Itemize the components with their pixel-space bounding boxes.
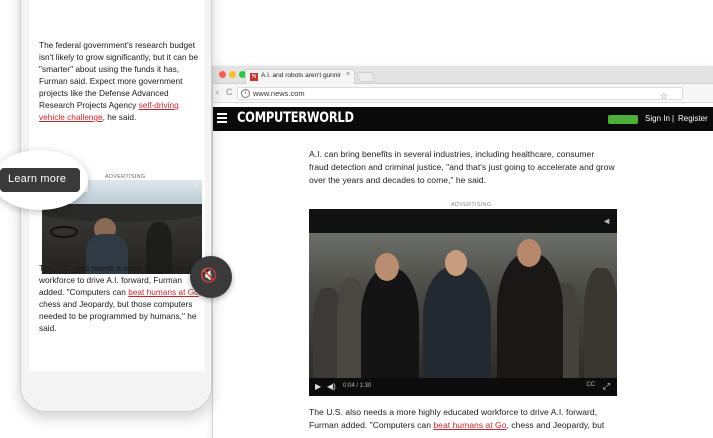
beat-humans-link[interactable]: beat humans at Go (433, 420, 506, 430)
header-separator: | (672, 114, 675, 123)
browser-toolbar: ‹ C i www.news.com ☆ (213, 84, 713, 103)
mobile-paragraph-2: The U.S. also needs a more highly educat… (39, 262, 205, 334)
browser-tab[interactable]: N A.I. and robots aren't gunning × (245, 69, 355, 84)
fullscreen-icon[interactable]: ⤢ (603, 381, 610, 392)
reload-icon[interactable]: C (226, 87, 233, 97)
site-logo[interactable]: COMPUTERWORLD (237, 110, 354, 126)
url-text[interactable]: www.news.com (253, 89, 305, 98)
close-window-button[interactable] (219, 71, 226, 78)
volume-icon[interactable]: ◀) (327, 382, 336, 391)
video-player[interactable]: ◄ ▶ ◀) 0:04 / 1:30 CC ⤢ (309, 209, 617, 396)
play-icon[interactable]: ▶ (315, 382, 321, 391)
video-time: 0:04 / 1:30 (343, 383, 372, 389)
video-frame (309, 233, 617, 378)
captions-button[interactable]: CC (586, 382, 595, 388)
favicon-icon: N (250, 73, 258, 81)
tab-close-icon[interactable]: × (346, 71, 350, 78)
address-bar[interactable]: i www.news.com ☆ (237, 87, 683, 102)
paragraph-text: , he said. (102, 112, 137, 122)
hamburger-menu-icon[interactable] (217, 113, 227, 124)
new-tab-button[interactable] (356, 72, 376, 82)
register-link[interactable]: Register (678, 114, 708, 123)
article-paragraph-2: The U.S. also needs a more highly educat… (309, 406, 615, 432)
minimize-window-button[interactable] (229, 71, 236, 78)
info-icon[interactable]: i (241, 89, 250, 98)
advertising-label: ADVERTISING (451, 202, 492, 208)
site-header: COMPUTERWORLD Sign In | Register (213, 107, 713, 131)
mute-button[interactable]: 🔇 (190, 256, 232, 298)
beat-humans-mobile-link[interactable]: beat humans at Go (128, 287, 199, 297)
tab-title: A.I. and robots aren't gunning (261, 72, 341, 79)
back-arrow-icon[interactable]: ‹ (216, 87, 219, 97)
browser-window: N A.I. and robots aren't gunning × ‹ C i… (212, 66, 713, 438)
ad-close-icon[interactable]: × (193, 181, 198, 190)
paragraph-text: , chess and Jeopardy, but (506, 420, 605, 430)
tab-strip: N A.I. and robots aren't gunning × (213, 66, 713, 84)
learn-more-label: Learn more (8, 173, 67, 185)
article-paragraph-1: A.I. can bring benefits in several indus… (309, 149, 615, 185)
mute-icon: 🔇 (200, 267, 218, 283)
promo-button[interactable] (608, 115, 638, 124)
sign-in-link[interactable]: Sign In (645, 114, 670, 123)
video-top-bar: ◄ (309, 209, 617, 233)
share-icon[interactable]: ◄ (602, 216, 611, 226)
learn-more-button[interactable]: Learn more (0, 168, 80, 192)
video-controls: ▶ ◀) 0:04 / 1:30 CC ⤢ (309, 378, 617, 396)
bookmark-star-icon[interactable]: ☆ (660, 91, 668, 102)
stage: N A.I. and robots aren't gunning × ‹ C i… (0, 0, 713, 438)
mobile-paragraph-1: The federal government's research budget… (39, 39, 205, 123)
